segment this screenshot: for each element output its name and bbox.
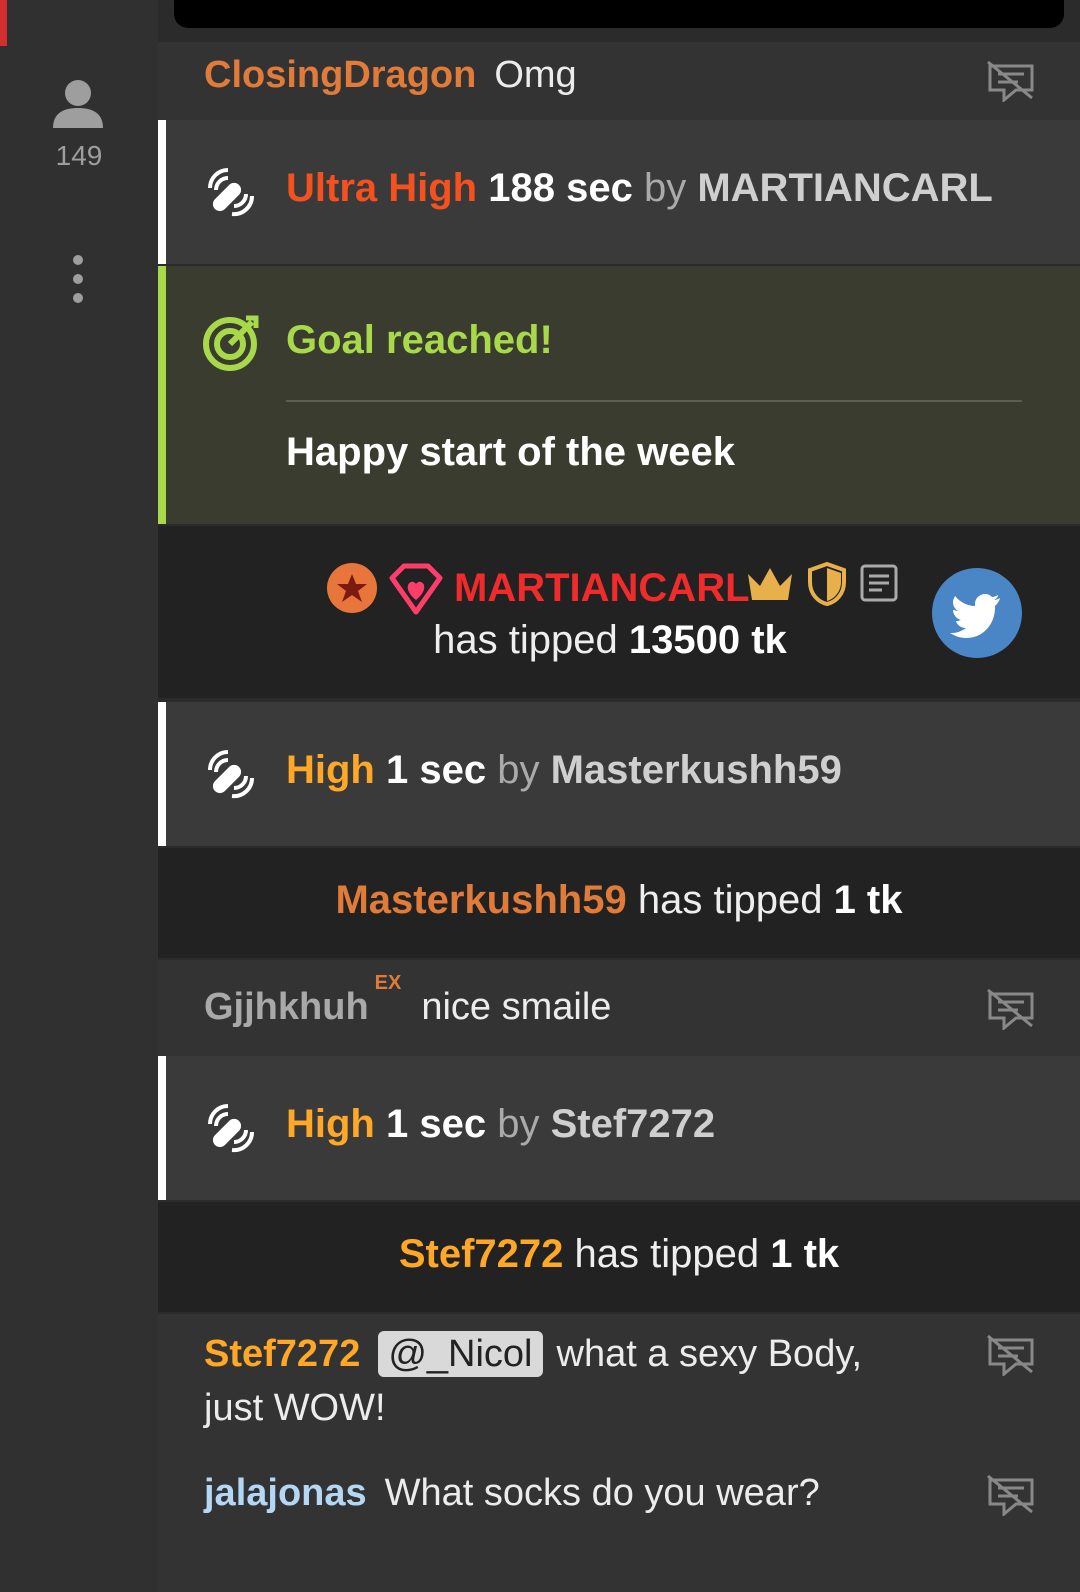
tip-amount-line: has tipped 13500 tk (158, 618, 1062, 663)
tipper-username[interactable]: Stef7272 (399, 1232, 564, 1276)
chat-message: ClosingDragon Omg (158, 42, 1080, 120)
translate-off-icon[interactable] (986, 1332, 1036, 1376)
heart-gem-icon (389, 563, 443, 615)
vibe-duration: 1 sec (386, 748, 487, 792)
vibe-user[interactable]: Masterkushh59 (551, 748, 842, 792)
chat-username[interactable]: jalajonas (204, 1472, 367, 1514)
vibe-level: High (286, 748, 375, 792)
chat-text: Omg (494, 54, 577, 96)
tip-notification: MARTIANCARL has tipped 13500 tk (158, 526, 1080, 698)
mention-chip[interactable]: @_Nicol (378, 1331, 543, 1377)
sidebar-accent-bar (0, 0, 7, 46)
toy-event: High 1 sec by Stef7272 (158, 1056, 1080, 1200)
toy-event: High 1 sec by Masterkushh59 (158, 702, 1080, 846)
goal-divider (286, 400, 1022, 402)
by-label: by (643, 166, 687, 210)
chat-text-continued: just WOW! (204, 1387, 386, 1429)
vibe-user[interactable]: MARTIANCARL (697, 166, 993, 210)
tip-amount: 13500 tk (628, 618, 787, 662)
translate-off-icon[interactable] (986, 986, 1036, 1030)
goal-subtitle: Happy start of the week (286, 430, 736, 474)
vibration-icon (208, 1104, 255, 1153)
tipper-username[interactable]: Masterkushh59 (335, 878, 626, 922)
sidebar: 149 (0, 0, 158, 1592)
vibration-icon (208, 750, 255, 799)
target-icon (203, 315, 259, 371)
tip-notification: Stef7272 has tipped 1 tk (158, 1202, 1080, 1312)
chat-panel: ClosingDragon Omg Ultra High 188 sec by M… (158, 0, 1080, 1592)
tip-prefix: has tipped (433, 618, 618, 662)
chat-message: jalajonas What socks do you wear? (158, 1454, 1080, 1550)
chat-text: What socks do you wear? (384, 1472, 820, 1514)
tip-amount: 1 tk (833, 878, 903, 922)
goal-title: Goal reached! (286, 318, 553, 362)
translate-off-icon[interactable] (986, 1472, 1036, 1516)
more-vertical-icon[interactable] (62, 254, 94, 304)
vibration-icon (208, 168, 255, 217)
chat-message-partial (158, 1550, 1080, 1592)
shield-icon (808, 562, 846, 606)
vibe-duration: 1 sec (386, 1102, 487, 1146)
vibe-level: Ultra High (286, 166, 478, 210)
tip-notification: Masterkushh59 has tipped 1 tk (158, 848, 1080, 958)
by-label: by (497, 748, 540, 792)
chat-username[interactable]: Gjjhkhuh (204, 986, 369, 1028)
toy-event: Ultra High 188 sec by MARTIANCARL (158, 120, 1080, 264)
vibe-level: High (286, 1102, 375, 1146)
vibe-duration: 188 sec (488, 166, 633, 210)
chat-username[interactable]: Stef7272 (204, 1333, 360, 1375)
star-badge-icon (327, 563, 377, 613)
twitter-icon[interactable] (932, 568, 1022, 658)
crown-icon (748, 568, 792, 600)
ex-badge: EX (374, 972, 402, 994)
translate-off-icon[interactable] (986, 58, 1036, 102)
tip-amount: 1 tk (770, 1232, 840, 1276)
vibe-user[interactable]: Stef7272 (551, 1102, 716, 1146)
tip-prefix: has tipped (574, 1232, 760, 1276)
goal-banner: Goal reached! Happy start of the week (158, 266, 1080, 524)
tip-prefix: has tipped (637, 878, 823, 922)
notes-icon[interactable] (860, 564, 898, 602)
chat-username[interactable]: ClosingDragon (204, 54, 476, 96)
chat-message: Stef7272 @_Nicol what a sexy Body, just WO… (158, 1314, 1080, 1454)
chat-text: nice smaile (421, 986, 612, 1028)
chat-text: what a sexy Body, (556, 1333, 863, 1375)
tipper-username[interactable]: MARTIANCARL (454, 566, 750, 611)
user-icon[interactable] (51, 78, 105, 130)
video-player-edge (174, 0, 1064, 28)
by-label: by (497, 1102, 540, 1146)
viewer-count: 149 (55, 140, 103, 171)
chat-message: GjjhkhuhEX nice smaile (158, 960, 1080, 1056)
